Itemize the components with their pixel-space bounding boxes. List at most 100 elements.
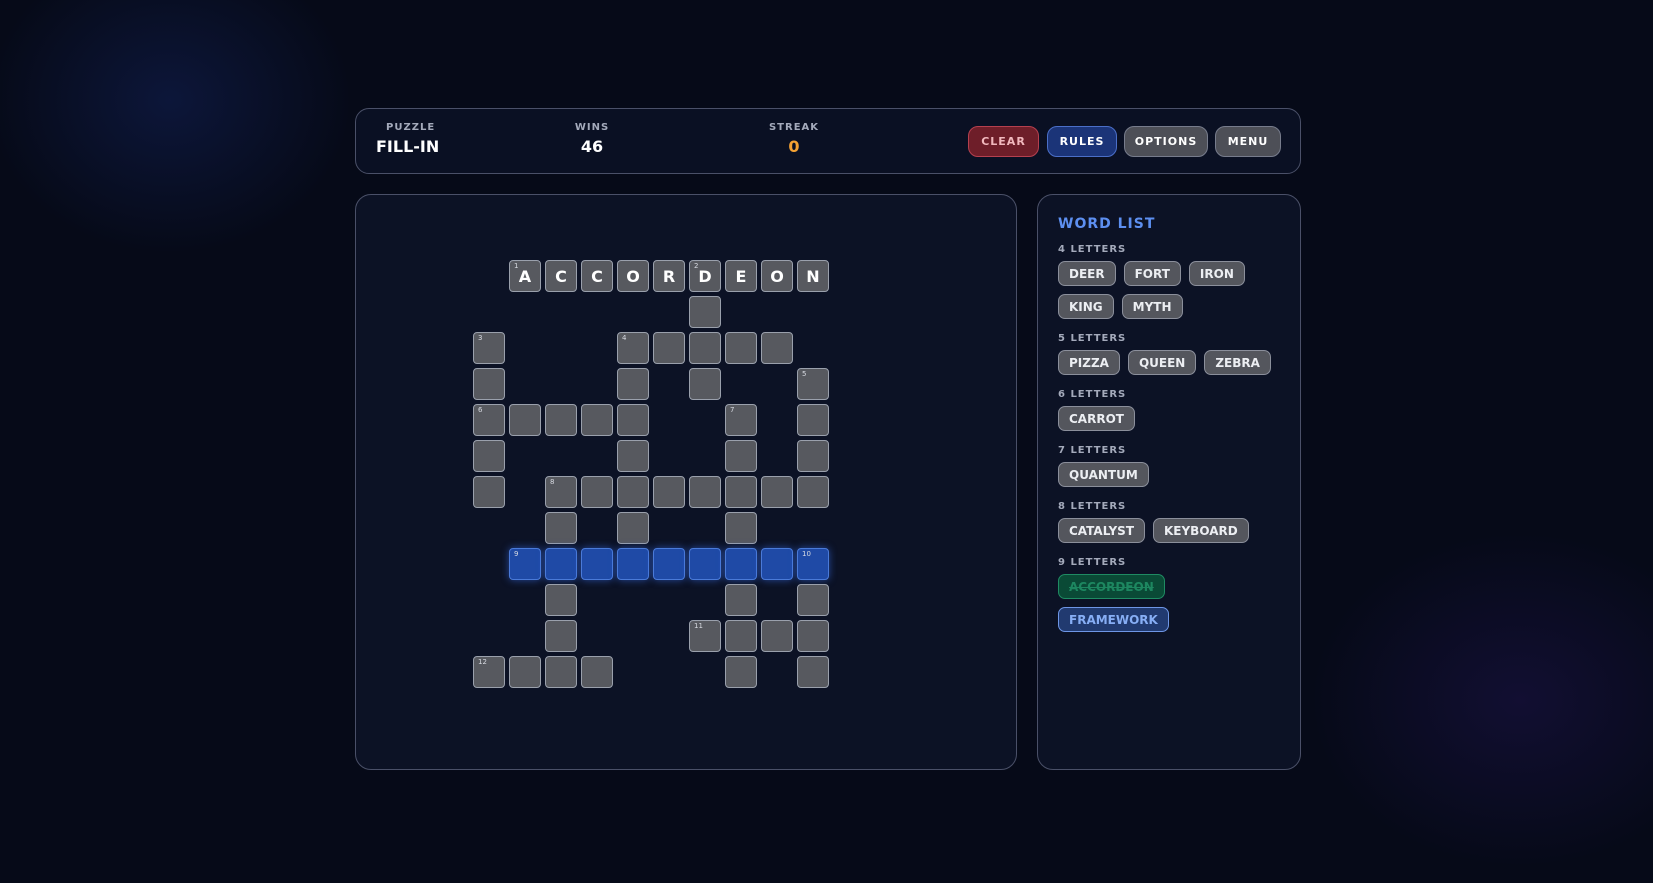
grid-cell[interactable]	[509, 404, 541, 436]
word-chip[interactable]: KEYBOARD	[1153, 518, 1249, 543]
word-chip[interactable]: IRON	[1188, 261, 1245, 286]
puzzle-value: FILL-IN	[376, 137, 440, 156]
grid-cell[interactable]	[581, 404, 613, 436]
grid-cell[interactable]	[545, 512, 577, 544]
grid-cell[interactable]: 4	[617, 332, 649, 364]
grid-cell[interactable]: O	[761, 260, 793, 292]
grid-cell[interactable]	[689, 296, 721, 328]
word-chip[interactable]: ZEBRA	[1204, 350, 1271, 375]
grid-cell[interactable]	[545, 404, 577, 436]
grid-cell[interactable]	[653, 332, 685, 364]
grid-cell[interactable]	[689, 368, 721, 400]
grid-cell[interactable]: C	[581, 260, 613, 292]
grid-cell[interactable]	[545, 584, 577, 616]
grid-cell[interactable]	[689, 332, 721, 364]
cell-letter: R	[662, 266, 676, 286]
grid-cell[interactable]: R	[653, 260, 685, 292]
grid-cell[interactable]	[581, 656, 613, 688]
options-button[interactable]: OPTIONS	[1124, 126, 1208, 157]
grid-cell[interactable]	[473, 368, 505, 400]
grid-cell-highlighted[interactable]	[761, 548, 793, 580]
clue-number: 8	[550, 478, 555, 486]
grid-cell[interactable]: 5	[797, 368, 829, 400]
grid-cell[interactable]: 6	[473, 404, 505, 436]
grid-cell[interactable]: 7	[725, 404, 757, 436]
word-chip[interactable]: CARROT	[1058, 406, 1135, 431]
grid-cell-highlighted[interactable]	[725, 548, 757, 580]
clear-button[interactable]: CLEAR	[968, 126, 1039, 157]
word-group-label: 4 LETTERS	[1058, 244, 1127, 255]
word-chip[interactable]: CATALYST	[1058, 518, 1145, 543]
grid-cell[interactable]	[545, 620, 577, 652]
grid-cell[interactable]	[761, 476, 793, 508]
grid-cell[interactable]	[797, 440, 829, 472]
rules-button[interactable]: RULES	[1047, 126, 1117, 157]
grid-cell[interactable]	[761, 332, 793, 364]
grid-cell[interactable]	[617, 512, 649, 544]
word-chip[interactable]: QUANTUM	[1058, 462, 1149, 487]
grid-cell[interactable]	[617, 476, 649, 508]
grid-cell-highlighted[interactable]	[689, 548, 721, 580]
cell-letter: C	[591, 266, 603, 286]
grid-cell[interactable]	[617, 440, 649, 472]
grid-cell[interactable]	[797, 656, 829, 688]
grid-cell-highlighted[interactable]	[617, 548, 649, 580]
word-chip[interactable]: FORT	[1123, 261, 1181, 286]
streak-stat: STREAK 0	[764, 122, 824, 156]
grid-cell[interactable]	[545, 656, 577, 688]
grid-cell[interactable]	[653, 476, 685, 508]
grid-cell[interactable]	[725, 512, 757, 544]
word-chip[interactable]: DEER	[1058, 261, 1116, 286]
grid-cell[interactable]: 2D	[689, 260, 721, 292]
top-bar: PUZZLE FILL-IN WINS 46 STREAK 0 CLEAR RU…	[355, 108, 1301, 174]
cell-letter: D	[698, 266, 712, 286]
grid-cell[interactable]	[473, 440, 505, 472]
clue-number: 10	[802, 550, 811, 558]
word-chips: ACCORDEON FRAMEWORK	[1058, 574, 1280, 632]
grid-cell[interactable]	[725, 620, 757, 652]
grid-cell[interactable]: 1A	[509, 260, 541, 292]
grid-cell[interactable]: C	[545, 260, 577, 292]
word-chip[interactable]: KING	[1058, 294, 1114, 319]
grid-cell[interactable]	[725, 656, 757, 688]
grid-cell-highlighted[interactable]: 9	[509, 548, 541, 580]
grid-cell[interactable]	[725, 440, 757, 472]
grid-cell[interactable]	[797, 620, 829, 652]
word-chip[interactable]: FRAMEWORK	[1058, 607, 1169, 632]
clue-number: 11	[694, 622, 703, 630]
menu-button[interactable]: MENU	[1215, 126, 1281, 157]
grid-cell-highlighted[interactable]	[653, 548, 685, 580]
word-chip[interactable]: PIZZA	[1058, 350, 1120, 375]
grid-cell[interactable]	[725, 476, 757, 508]
grid-cell[interactable]: N	[797, 260, 829, 292]
grid-cell[interactable]	[725, 332, 757, 364]
grid-cell[interactable]	[761, 620, 793, 652]
grid-cell[interactable]: E	[725, 260, 757, 292]
grid-cell[interactable]	[797, 584, 829, 616]
grid-cell-highlighted[interactable]	[545, 548, 577, 580]
word-chip[interactable]: QUEEN	[1127, 350, 1197, 375]
grid-cell[interactable]	[725, 584, 757, 616]
grid-cell[interactable]	[509, 656, 541, 688]
grid-cell[interactable]: 11	[689, 620, 721, 652]
word-chips: PIZZA QUEEN ZEBRA	[1058, 350, 1280, 375]
grid-cell[interactable]: 12	[473, 656, 505, 688]
grid-cell[interactable]	[581, 476, 613, 508]
grid-cell[interactable]: 3	[473, 332, 505, 364]
grid-cell[interactable]	[617, 368, 649, 400]
grid-cell[interactable]	[797, 404, 829, 436]
grid-cell-highlighted[interactable]: 10	[797, 548, 829, 580]
grid-cell[interactable]	[473, 476, 505, 508]
clue-number: 3	[478, 334, 483, 342]
word-chip[interactable]: ACCORDEON	[1058, 574, 1165, 599]
streak-label: STREAK	[768, 122, 820, 133]
grid-cell-highlighted[interactable]	[581, 548, 613, 580]
grid-cell[interactable]	[797, 476, 829, 508]
grid-cell[interactable]: 8	[545, 476, 577, 508]
grid-cell[interactable]: O	[617, 260, 649, 292]
wins-label: WINS	[574, 122, 610, 133]
grid-cell[interactable]	[689, 476, 721, 508]
grid-cell[interactable]	[617, 404, 649, 436]
word-chips: CARROT	[1058, 406, 1280, 431]
word-chip[interactable]: MYTH	[1121, 294, 1183, 319]
